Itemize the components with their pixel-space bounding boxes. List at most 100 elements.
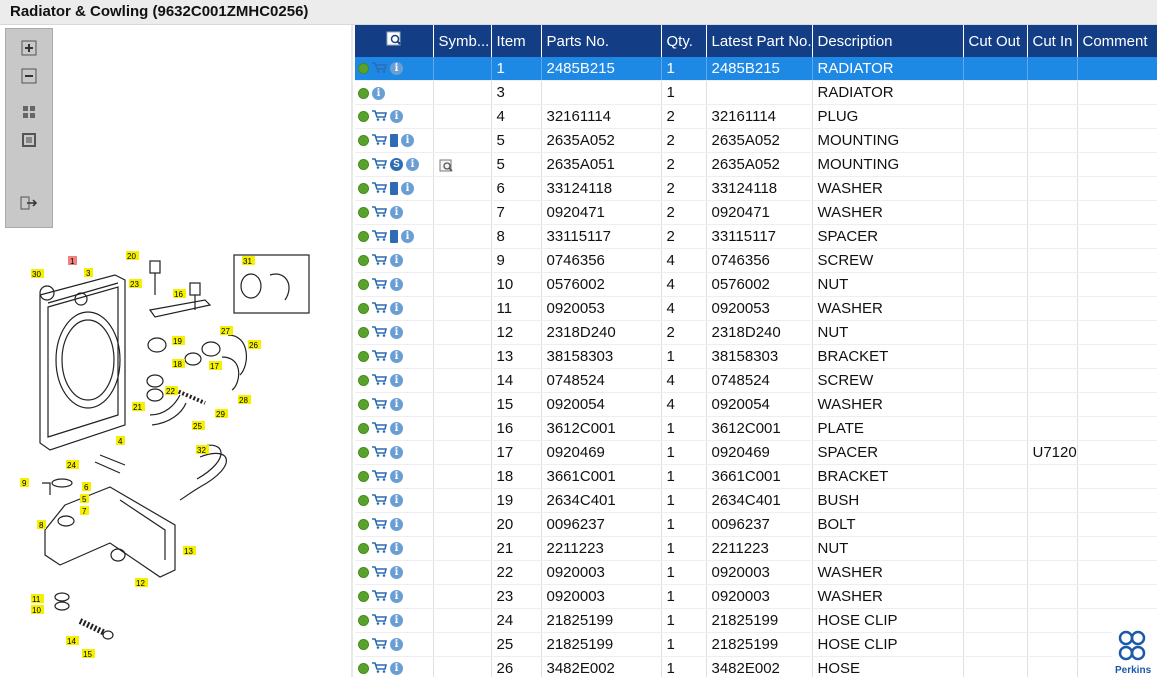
table-row[interactable]: i 22 0920003 1 0920003 WASHER [355, 560, 1157, 585]
gear-icon[interactable] [358, 207, 369, 219]
info-icon[interactable]: i [390, 590, 403, 604]
info-icon[interactable]: i [406, 158, 419, 172]
zoom-in-icon[interactable] [16, 37, 42, 59]
info-icon[interactable]: i [390, 62, 403, 76]
info-icon[interactable]: i [390, 254, 403, 268]
table-row[interactable]: i 8 33115117 2 33115117 SPACER [355, 224, 1157, 249]
column-header-qty[interactable]: Qty. [661, 25, 707, 57]
table-row[interactable]: i 3 1 RADIATOR [355, 80, 1157, 105]
table-row[interactable]: i 1 2485B215 1 2485B215 RADIATOR [355, 57, 1157, 81]
gear-icon[interactable] [358, 303, 369, 315]
cart-icon[interactable] [372, 324, 388, 341]
gear-icon[interactable] [358, 135, 369, 147]
book-icon[interactable] [390, 134, 398, 148]
info-icon[interactable]: i [372, 86, 385, 100]
gear-icon[interactable] [358, 327, 369, 339]
info-icon[interactable]: i [401, 134, 414, 148]
supersession-icon[interactable]: S [390, 158, 403, 172]
cart-icon[interactable] [372, 588, 388, 605]
table-row[interactable]: i 6 33124118 2 33124118 WASHER [355, 176, 1157, 201]
table-row[interactable]: i 13 38158303 1 38158303 BRACKET [355, 344, 1157, 369]
gear-icon[interactable] [358, 159, 369, 171]
table-row[interactable]: i 21 2211223 1 2211223 NUT [355, 536, 1157, 561]
info-icon[interactable]: i [390, 614, 403, 628]
cart-icon[interactable] [372, 276, 388, 293]
cart-icon[interactable] [372, 660, 388, 677]
info-icon[interactable]: i [390, 398, 403, 412]
table-row[interactable]: i 12 2318D240 2 2318D240 NUT [355, 320, 1157, 345]
info-icon[interactable]: i [390, 302, 403, 316]
column-header-parts-no[interactable]: Parts No. [541, 25, 662, 57]
table-row[interactable]: i 10 0576002 4 0576002 NUT [355, 272, 1157, 297]
gear-icon[interactable] [358, 279, 369, 291]
column-header-comment[interactable]: Comment [1077, 25, 1157, 57]
cart-icon[interactable] [372, 60, 388, 77]
info-icon[interactable]: i [401, 182, 414, 196]
gear-icon[interactable] [358, 471, 369, 483]
column-header-actions[interactable] [355, 25, 434, 57]
cart-icon[interactable] [372, 156, 388, 173]
column-header-cut-in[interactable]: Cut In [1027, 25, 1078, 57]
info-icon[interactable]: i [390, 374, 403, 388]
info-icon[interactable]: i [401, 230, 414, 244]
table-row[interactable]: i 24 21825199 1 21825199 HOSE CLIP [355, 608, 1157, 633]
table-row[interactable]: Si 5 2635A051 2 2635A052 MOUNTING [355, 152, 1157, 177]
info-icon[interactable]: i [390, 110, 403, 124]
cart-icon[interactable] [372, 180, 388, 197]
pane-splitter[interactable] [351, 25, 353, 677]
gear-icon[interactable] [358, 87, 369, 99]
cart-icon[interactable] [372, 564, 388, 581]
gear-icon[interactable] [358, 591, 369, 603]
cart-icon[interactable] [372, 108, 388, 125]
zoom-out-icon[interactable] [16, 65, 42, 87]
table-row[interactable]: i 7 0920471 2 0920471 WASHER [355, 200, 1157, 225]
gear-icon[interactable] [358, 399, 369, 411]
info-icon[interactable]: i [390, 446, 403, 460]
info-icon[interactable]: i [390, 518, 403, 532]
cart-icon[interactable] [372, 612, 388, 629]
info-icon[interactable]: i [390, 542, 403, 556]
gear-icon[interactable] [358, 567, 369, 579]
book-icon[interactable] [390, 182, 398, 196]
table-row[interactable]: i 20 0096237 1 0096237 BOLT [355, 512, 1157, 537]
column-header-description[interactable]: Description [812, 25, 964, 57]
column-header-item[interactable]: Item [491, 25, 542, 57]
gear-icon[interactable] [358, 375, 369, 387]
info-icon[interactable]: i [390, 566, 403, 580]
gear-icon[interactable] [358, 519, 369, 531]
gear-icon[interactable] [358, 663, 369, 675]
info-icon[interactable]: i [390, 662, 403, 676]
table-row[interactable]: i 9 0746356 4 0746356 SCREW [355, 248, 1157, 273]
cart-icon[interactable] [372, 204, 388, 221]
cart-icon[interactable] [372, 444, 388, 461]
cart-icon[interactable] [372, 468, 388, 485]
cart-icon[interactable] [372, 348, 388, 365]
cart-icon[interactable] [372, 420, 388, 437]
gear-icon[interactable] [358, 615, 369, 627]
info-icon[interactable]: i [390, 494, 403, 508]
cart-icon[interactable] [372, 516, 388, 533]
table-row[interactable]: i 4 32161114 2 32161114 PLUG [355, 104, 1157, 129]
info-icon[interactable]: i [390, 206, 403, 220]
table-row[interactable]: i 19 2634C401 1 2634C401 BUSH [355, 488, 1157, 513]
info-icon[interactable]: i [390, 422, 403, 436]
table-row[interactable]: i 11 0920053 4 0920053 WASHER [355, 296, 1157, 321]
cart-icon[interactable] [372, 132, 388, 149]
gear-icon[interactable] [358, 351, 369, 363]
table-row[interactable]: i 14 0748524 4 0748524 SCREW [355, 368, 1157, 393]
gear-icon[interactable] [358, 63, 369, 75]
table-row[interactable]: i 15 0920054 4 0920054 WASHER [355, 392, 1157, 417]
cart-icon[interactable] [372, 372, 388, 389]
info-icon[interactable]: i [390, 638, 403, 652]
gear-icon[interactable] [358, 183, 369, 195]
table-row[interactable]: i 25 21825199 1 21825199 HOSE CLIP [355, 632, 1157, 657]
table-row[interactable]: i 5 2635A052 2 2635A052 MOUNTING [355, 128, 1157, 153]
search-doc-icon[interactable] [439, 159, 454, 172]
table-row[interactable]: i 18 3661C001 1 3661C001 BRACKET [355, 464, 1157, 489]
actual-size-icon[interactable] [16, 129, 42, 151]
table-row[interactable]: i 16 3612C001 1 3612C001 PLATE [355, 416, 1157, 441]
table-row[interactable]: i 17 0920469 1 0920469 SPACER U7120( [355, 440, 1157, 465]
cart-icon[interactable] [372, 492, 388, 509]
column-header-cut-out[interactable]: Cut Out [963, 25, 1028, 57]
cart-icon[interactable] [372, 540, 388, 557]
